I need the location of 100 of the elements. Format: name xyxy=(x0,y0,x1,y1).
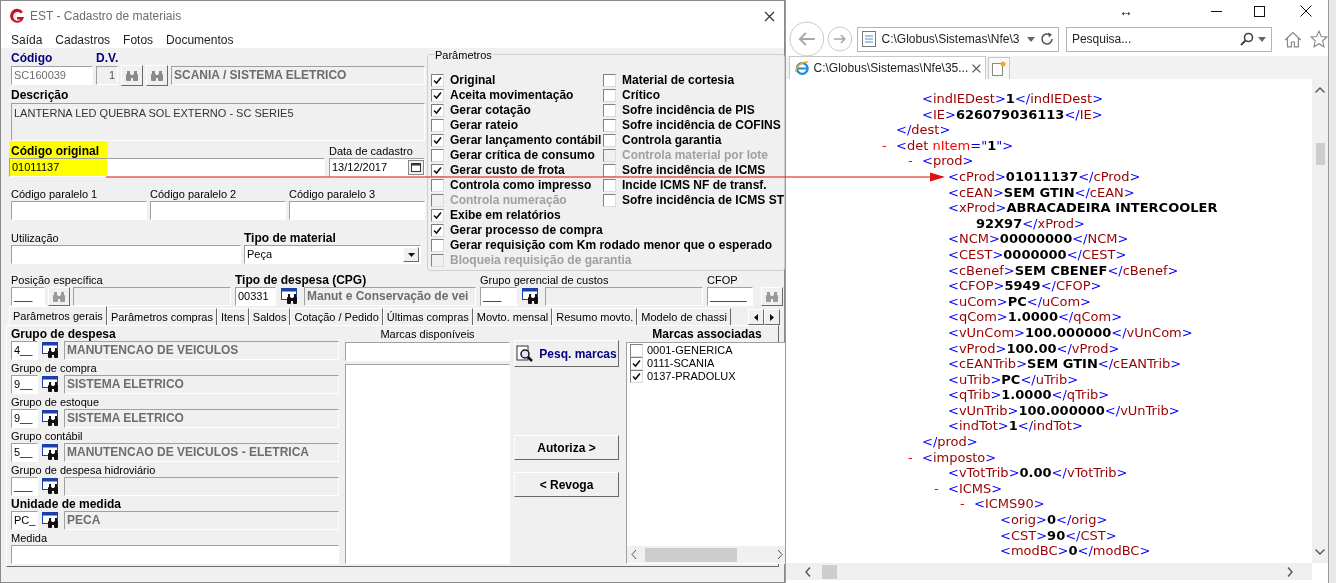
scrollbar-thumb[interactable] xyxy=(645,547,737,562)
code-field[interactable]: ___ xyxy=(480,287,517,306)
text-field[interactable] xyxy=(11,245,241,264)
search-icon[interactable] xyxy=(1240,32,1255,46)
collapse-toggle[interactable]: - xyxy=(881,137,896,154)
menu-item[interactable]: Saída xyxy=(11,30,43,49)
code-field[interactable]: 00331 xyxy=(235,287,276,306)
close-icon[interactable] xyxy=(764,10,775,22)
checkbox[interactable] xyxy=(603,134,616,147)
new-tab-button[interactable] xyxy=(988,57,1010,79)
description-field[interactable]: LANTERNA LED QUEBRA SOL EXTERNO - SC SERIE5 xyxy=(11,103,425,141)
search-field[interactable]: Pesquisa... xyxy=(1071,30,1237,48)
revoke-button[interactable]: < Revoga xyxy=(514,472,619,497)
search-bar[interactable]: Pesquisa... xyxy=(1065,26,1273,52)
description-field[interactable]: PECA xyxy=(64,511,339,530)
code-field[interactable]: PC_ xyxy=(11,511,38,530)
code-field[interactable]: 5__ xyxy=(11,443,38,462)
checkbox[interactable] xyxy=(603,119,616,132)
collapse-toggle[interactable]: - xyxy=(907,449,922,466)
checkbox[interactable] xyxy=(630,370,643,383)
checkbox[interactable] xyxy=(431,89,444,102)
list-box[interactable]: 0001-GENERICA 0111-SCANIA 0137-PRADOLUX xyxy=(626,342,788,564)
scroll-right-icon[interactable] xyxy=(777,550,783,559)
scroll-left-icon[interactable] xyxy=(805,566,811,577)
checkbox[interactable] xyxy=(603,194,616,207)
tab[interactable]: Saldos xyxy=(248,308,291,325)
tab[interactable]: Parâmetros gerais xyxy=(9,306,107,325)
description-field[interactable]: SISTEMA ELETRICO xyxy=(64,409,339,428)
tab[interactable]: Modelo de chassi xyxy=(637,308,731,325)
code-field[interactable]: ______ xyxy=(707,287,753,306)
checkbox[interactable] xyxy=(630,344,643,357)
tab[interactable]: Últimas compras xyxy=(382,308,473,325)
text-field[interactable] xyxy=(345,342,510,361)
collapse-toggle[interactable]: - xyxy=(959,496,974,513)
combo-box[interactable]: Peça xyxy=(244,245,421,264)
menu-item[interactable]: Fotos xyxy=(123,30,154,49)
scroll-down-icon[interactable] xyxy=(1315,549,1325,555)
text-field[interactable] xyxy=(150,201,286,220)
collapse-toggle[interactable]: - xyxy=(933,480,948,497)
description-field[interactable]: MANUTENCAO DE VEICULOS - ELETRICA xyxy=(64,443,339,462)
description-field[interactable] xyxy=(73,287,231,306)
tab[interactable]: Cotação / Pedido xyxy=(290,308,383,325)
text-field[interactable] xyxy=(11,201,147,220)
checkbox[interactable] xyxy=(431,179,444,192)
code-field[interactable]: ___ xyxy=(11,477,38,496)
collapse-toggle[interactable]: - xyxy=(907,153,922,169)
group-field[interactable]: SCANIA / SISTEMA ELETRICO xyxy=(171,66,425,85)
checkbox[interactable] xyxy=(431,239,444,252)
tab[interactable]: Itens xyxy=(216,308,249,325)
checkbox[interactable] xyxy=(603,74,616,87)
checkbox[interactable] xyxy=(431,104,444,117)
description-field[interactable]: MANUTENCAO DE VEICULOS xyxy=(64,341,339,360)
scrollbar-thumb[interactable] xyxy=(822,564,837,579)
authorize-button[interactable]: Autoriza > xyxy=(514,435,619,460)
checkbox[interactable] xyxy=(431,74,444,87)
scroll-left-button[interactable] xyxy=(748,309,764,325)
description-field[interactable] xyxy=(545,287,703,306)
checkbox[interactable] xyxy=(603,104,616,117)
calendar-icon[interactable] xyxy=(408,160,424,175)
address-bar[interactable]: C:\Globus\Sistemas\Nfe\3 xyxy=(857,26,1059,52)
original-code-field[interactable]: 01011137 xyxy=(9,158,325,177)
tab[interactable]: Resumo movto. xyxy=(552,308,638,325)
menu-item[interactable]: Documentos xyxy=(166,30,234,49)
scroll-up-icon[interactable] xyxy=(1315,87,1325,93)
text-field[interactable] xyxy=(11,545,339,564)
list-item[interactable]: 0001-GENERICA xyxy=(647,344,733,357)
checkbox[interactable] xyxy=(603,179,616,192)
home-icon[interactable] xyxy=(1284,30,1303,48)
horizontal-scrollbar[interactable] xyxy=(786,563,1312,580)
browser-tab[interactable]: C:\Globus\Sistemas\Nfe\35... xyxy=(789,56,986,79)
list-item[interactable]: 0137-PRADOLUX xyxy=(647,370,736,383)
checkbox[interactable] xyxy=(431,209,444,222)
list-item[interactable]: 0111-SCANIA xyxy=(647,357,715,370)
text-field[interactable] xyxy=(289,201,425,220)
close-icon[interactable] xyxy=(1300,5,1312,17)
scroll-left-icon[interactable] xyxy=(631,550,637,559)
code-field[interactable]: 4__ xyxy=(11,341,38,360)
description-field[interactable]: SISTEMA ELETRICO xyxy=(64,375,339,394)
description-field[interactable]: Manut e Conservação de vei xyxy=(304,287,476,306)
tab[interactable]: Movto. mensal xyxy=(472,308,553,325)
code-field[interactable]: ___ xyxy=(11,287,45,306)
refresh-icon[interactable] xyxy=(1039,32,1054,46)
checkbox[interactable] xyxy=(431,224,444,237)
scroll-right-icon[interactable] xyxy=(1287,566,1293,577)
scrollbar-thumb[interactable] xyxy=(1315,143,1325,165)
horizontal-scrollbar[interactable] xyxy=(627,546,787,563)
checkbox[interactable] xyxy=(431,134,444,147)
menu-item[interactable]: Cadastros xyxy=(55,30,111,49)
checkbox[interactable] xyxy=(431,119,444,132)
close-icon[interactable] xyxy=(972,63,981,73)
checkbox[interactable] xyxy=(603,89,616,102)
scroll-right-button[interactable] xyxy=(764,309,780,325)
description-field[interactable] xyxy=(64,477,339,496)
maximize-icon[interactable] xyxy=(1254,5,1265,17)
vertical-scrollbar[interactable] xyxy=(1312,79,1328,563)
code-field[interactable]: 9__ xyxy=(11,409,38,428)
search-brands-button[interactable]: Pesq. marcas xyxy=(514,340,619,367)
tab[interactable]: Parâmetros compras xyxy=(106,308,217,325)
code-field[interactable]: 9__ xyxy=(11,375,38,394)
star-icon[interactable] xyxy=(1310,30,1328,48)
